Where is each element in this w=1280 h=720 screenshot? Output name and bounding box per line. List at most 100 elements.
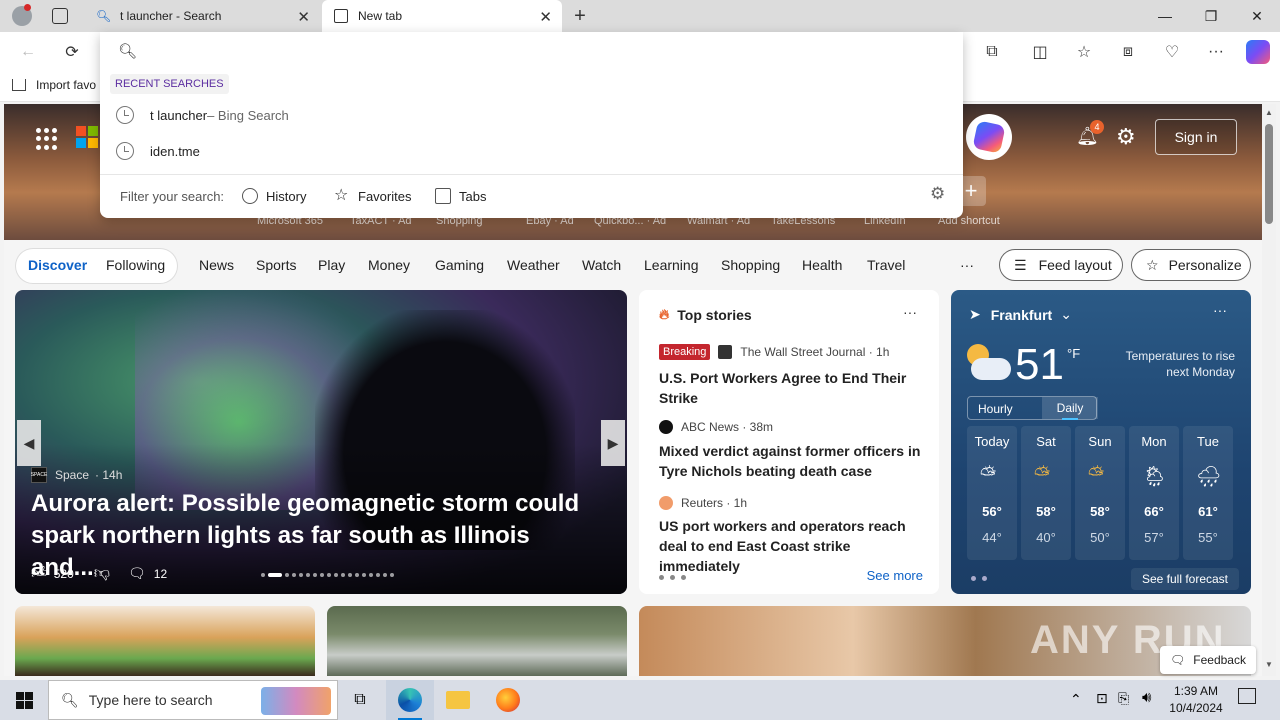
weather-location[interactable]: ➤ Frankfurt ⌄ [969,306,1072,323]
forecast-day[interactable]: Sat ⛅︎ 58° 40° [1021,426,1071,560]
browser-essentials-icon[interactable]: ♡ [1160,40,1184,64]
show-hidden-icons[interactable]: ⌃ [1070,691,1082,708]
favorites-star-icon[interactable]: ☆ [1072,40,1096,64]
nav-item-money[interactable]: Money [368,257,410,273]
tab-new-tab[interactable]: New tab ✕ [322,0,562,32]
dislike-icon[interactable]: 👎︎ [94,564,110,583]
settings-gear-icon[interactable]: ⚙ [930,184,945,204]
scroll-down-arrow[interactable]: ▼ [1265,660,1273,669]
like-count: 520 [53,566,74,581]
feed-layout-button[interactable]: ☰ Feed layout [999,249,1123,281]
scroll-up-arrow[interactable]: ▲ [1265,108,1273,117]
address-input[interactable] [144,38,944,62]
firefox-icon[interactable] [484,680,532,720]
nav-item-gaming[interactable]: Gaming [435,257,484,273]
forecast-day[interactable]: Tue 🌧︎ 61° 55° [1183,426,1233,560]
forecast-day[interactable]: Sun ⛅︎ 58° 50° [1075,426,1125,560]
nav-item-learning[interactable]: Learning [644,257,699,273]
see-more-link[interactable]: See more [867,568,923,583]
tab-search[interactable]: 🔍︎ t launcher - Search ✕ [84,0,320,32]
volume-icon[interactable]: 🔊︎ [1142,689,1151,706]
news-card-burger-image[interactable] [15,606,315,676]
refresh-button[interactable]: ⟳ [60,40,84,64]
feedback-button[interactable]: 🗨︎ Feedback [1160,646,1256,674]
story-source: ABC News · 38m [659,420,773,434]
taskbar-clock[interactable]: 1:39 AM 10/4/2024 [1164,683,1228,717]
filter-tabs-button[interactable]: Tabs [435,188,486,204]
taskbar-search-box[interactable]: 🔍︎ Type here to search [48,680,338,720]
tab-hourly[interactable]: Hourly [978,402,1013,416]
star-icon: ☆ [334,187,349,204]
profile-icon[interactable] [12,4,32,26]
nav-item-play[interactable]: Play [318,257,345,273]
nav-item-shopping[interactable]: Shopping [721,257,780,273]
more-menu-icon[interactable]: ··· [1204,40,1228,64]
top-stories-more-button[interactable]: ··· [903,304,917,320]
weather-more-button[interactable]: ··· [1213,302,1227,318]
suggestion-item[interactable]: iden.tme [116,142,200,160]
settings-gear-icon[interactable]: ⚙ [1116,124,1136,150]
scroll-thumb[interactable] [1265,124,1273,224]
notifications-bell-icon[interactable]: 🔔︎ 4 [1076,120,1104,150]
network-icon[interactable]: ⎘ [1118,690,1129,707]
edge-taskbar-icon[interactable] [386,680,434,720]
nav-item-watch[interactable]: Watch [582,257,621,273]
personalize-button[interactable]: ☆ Personalize [1131,249,1251,281]
nav-item-news[interactable]: News [199,257,234,273]
task-view-icon[interactable]: ⧉ [336,680,384,720]
nav-item-weather[interactable]: Weather [507,257,560,273]
story-title[interactable]: Mixed verdict against former officers in… [659,441,927,481]
nav-more-button[interactable]: ··· [960,257,974,273]
close-tab-icon[interactable]: ✕ [297,8,310,26]
forecast-day[interactable]: Mon 🌦︎ 66° 57° [1129,426,1179,560]
copilot-icon[interactable] [1246,40,1270,64]
copilot-button[interactable] [966,114,1012,160]
file-explorer-icon[interactable] [434,680,482,720]
carousel-next-button[interactable]: ▶ [601,420,625,466]
flame-icon: 🔥︎ [659,306,670,322]
comment-icon[interactable]: 🗨︎ [128,565,146,582]
tray-app-icon[interactable]: ⊡ [1096,690,1108,707]
weather-note[interactable]: Temperatures to rise next Monday [1121,348,1235,380]
minimize-button[interactable]: — [1142,0,1188,32]
nav-item-health[interactable]: Health [802,257,842,273]
story-age: · 14h [95,468,123,482]
tab-daily[interactable]: Daily [1042,397,1098,420]
weather-card[interactable]: ➤ Frankfurt ⌄ ··· 51 °F Temperatures to … [951,290,1251,594]
notification-center-icon[interactable] [1238,688,1256,704]
start-button[interactable] [0,680,48,720]
forecast-day[interactable]: Today ⛅︎ 56° 44° [967,426,1017,560]
story-title[interactable]: U.S. Port Workers Agree to End Their Str… [659,368,927,408]
back-button[interactable]: ← [16,40,40,64]
search-placeholder: Type here to search [88,692,213,708]
temperature-unit[interactable]: °F [1067,346,1080,361]
firefox-logo [496,688,520,712]
close-window-button[interactable]: ✕ [1234,0,1280,32]
source-name: Space [55,468,90,482]
sign-in-button[interactable]: Sign in [1155,119,1237,155]
nav-item-travel[interactable]: Travel [867,257,905,273]
extensions-icon[interactable]: ⧉ [980,40,1004,64]
suggestion-item[interactable]: t launcher – Bing Search [116,106,289,124]
tab-discover[interactable]: Discover [28,257,87,273]
news-card-golf-image[interactable] [327,606,627,676]
new-tab-button[interactable]: + [568,4,592,28]
collections-icon[interactable]: ⧈ [1116,40,1140,64]
tab-actions-icon[interactable] [52,8,68,24]
filter-favorites-button[interactable]: ☆ Favorites [334,188,411,204]
vertical-scrollbar[interactable]: ▲ ▼ [1262,104,1276,676]
personalize-label: Personalize [1168,257,1242,273]
app-launcher-icon[interactable] [36,128,58,150]
tab-following[interactable]: Following [106,257,165,273]
main-story-card[interactable]: ◀ ▶ SPACE Space · 14h Aurora alert: Poss… [15,290,627,594]
story-title[interactable]: US port workers and operators reach deal… [659,516,927,576]
nav-item-sports[interactable]: Sports [256,257,296,273]
maximize-button[interactable]: ❐ [1188,0,1234,32]
import-favorites-link[interactable]: Import favo [12,78,96,92]
full-forecast-link[interactable]: See full forecast [1131,568,1239,590]
close-tab-icon[interactable]: ✕ [539,8,552,26]
like-icon[interactable]: 👍︎ [31,564,48,583]
filter-history-button[interactable]: History [242,188,306,204]
split-screen-icon[interactable]: ◫ [1028,40,1052,64]
carousel-prev-button[interactable]: ◀ [17,420,41,466]
